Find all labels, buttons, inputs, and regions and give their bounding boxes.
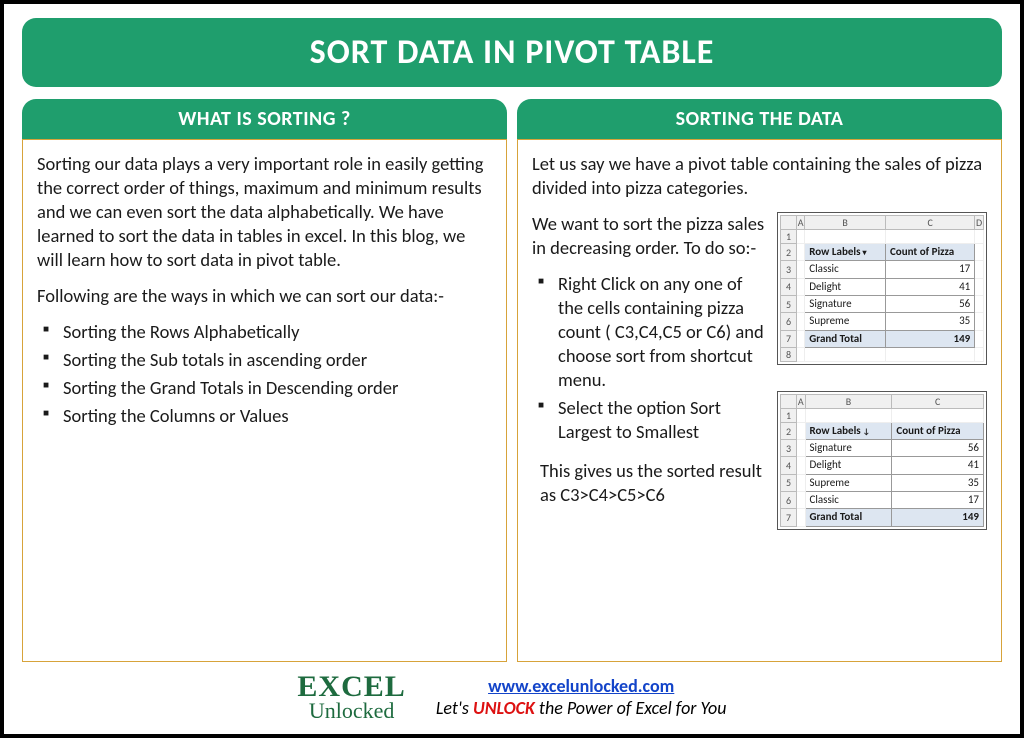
left-column: WHAT IS SORTING ? Sorting our data plays…: [22, 99, 507, 662]
list-item: Sorting the Rows Alphabetically: [41, 320, 492, 344]
pivot-cell: 17: [885, 261, 974, 278]
left-body: Sorting our data plays a very important …: [22, 139, 507, 662]
pivot-cell: Classic: [805, 261, 886, 278]
pivot-cell: Signature: [805, 295, 886, 312]
website-link[interactable]: www.excelunlocked.com: [488, 675, 674, 697]
pivot-row-labels-hdr: Row Labels: [810, 424, 861, 437]
col-a: A: [797, 394, 806, 408]
pivot-cell: Classic: [805, 492, 892, 509]
pivot-cell: Delight: [805, 457, 892, 474]
pivot-cell: 41: [892, 457, 984, 474]
right-steps: Right Click on any one of the cells cont…: [532, 272, 767, 444]
list-item: Sorting the Sub totals in ascending orde…: [41, 348, 492, 372]
list-item: Right Click on any one of the cells cont…: [536, 272, 767, 392]
dropdown-icon[interactable]: ▾: [860, 248, 866, 258]
pivot-value-hdr: Count of Pizza: [892, 422, 984, 439]
right-body: Let us say we have a pivot table contain…: [517, 139, 1002, 662]
col-c: C: [885, 216, 974, 230]
pivot-after: A B C 1 2 Row Labels↓ Count of Pizza 3Si…: [777, 391, 987, 530]
pivot-grand-total-label: Grand Total: [805, 330, 886, 347]
tagline-strong: UNLOCK: [473, 697, 535, 719]
right-lead: We want to sort the pizza sales in decre…: [532, 212, 767, 260]
pivot-cell: 17: [892, 492, 984, 509]
page-title: SORT DATA IN PIVOT TABLE: [22, 18, 1002, 87]
footer: EXCEL Unlocked www.excelunlocked.com Let…: [22, 662, 1002, 724]
left-para-2: Following are the ways in which we can s…: [37, 284, 492, 308]
col-b: B: [805, 394, 892, 408]
pivot-value-hdr: Count of Pizza: [885, 244, 974, 261]
pivot-before: A B C D 1 2 Row Labels▾ Count of Pizza 3…: [777, 212, 987, 365]
pivot-cell: 35: [885, 313, 974, 330]
pivot-grand-total-label: Grand Total: [805, 509, 892, 526]
col-b: B: [805, 216, 886, 230]
pivot-row-labels-hdr: Row Labels: [809, 245, 860, 258]
right-header: SORTING THE DATA: [517, 99, 1002, 139]
tagline-post: the Power of Excel for You: [535, 697, 727, 719]
pivot-cell: Supreme: [805, 313, 886, 330]
list-item: Select the option Sort Largest to Smalle…: [536, 396, 767, 444]
list-item: Sorting the Columns or Values: [41, 404, 492, 428]
slide-frame: SORT DATA IN PIVOT TABLE WHAT IS SORTING…: [0, 0, 1024, 738]
pivot-grand-total-value: 149: [892, 509, 984, 526]
pivot-cell: 41: [885, 278, 974, 295]
sort-desc-icon[interactable]: ↓: [861, 427, 870, 437]
left-para-1: Sorting our data plays a very important …: [37, 152, 492, 272]
pivot-cell: Signature: [805, 440, 892, 457]
pivot-grand-total-value: 149: [885, 330, 974, 347]
list-item: Sorting the Grand Totals in Descending o…: [41, 376, 492, 400]
right-result: This gives us the sorted result as C3>C4…: [532, 459, 767, 507]
col-d: D: [975, 216, 984, 230]
pivot-cell: Supreme: [805, 474, 892, 491]
pivot-cell: 56: [892, 440, 984, 457]
left-bullets: Sorting the Rows Alphabetically Sorting …: [37, 320, 492, 428]
pivot-cell: 35: [892, 474, 984, 491]
pivot-cell: Delight: [805, 278, 886, 295]
two-column-layout: WHAT IS SORTING ? Sorting our data plays…: [22, 99, 1002, 662]
right-column: SORTING THE DATA Let us say we have a pi…: [517, 99, 1002, 662]
logo-bottom-text: Unlocked: [297, 698, 405, 724]
pivot-cell: 56: [885, 295, 974, 312]
tagline-pre: Let's: [436, 697, 473, 719]
brand-logo: EXCEL Unlocked: [297, 670, 405, 724]
pivot-tables-stack: A B C D 1 2 Row Labels▾ Count of Pizza 3…: [777, 212, 987, 530]
right-intro: Let us say we have a pivot table contain…: [532, 152, 987, 200]
col-a: A: [797, 216, 805, 230]
left-header: WHAT IS SORTING ?: [22, 99, 507, 139]
col-c: C: [892, 394, 984, 408]
